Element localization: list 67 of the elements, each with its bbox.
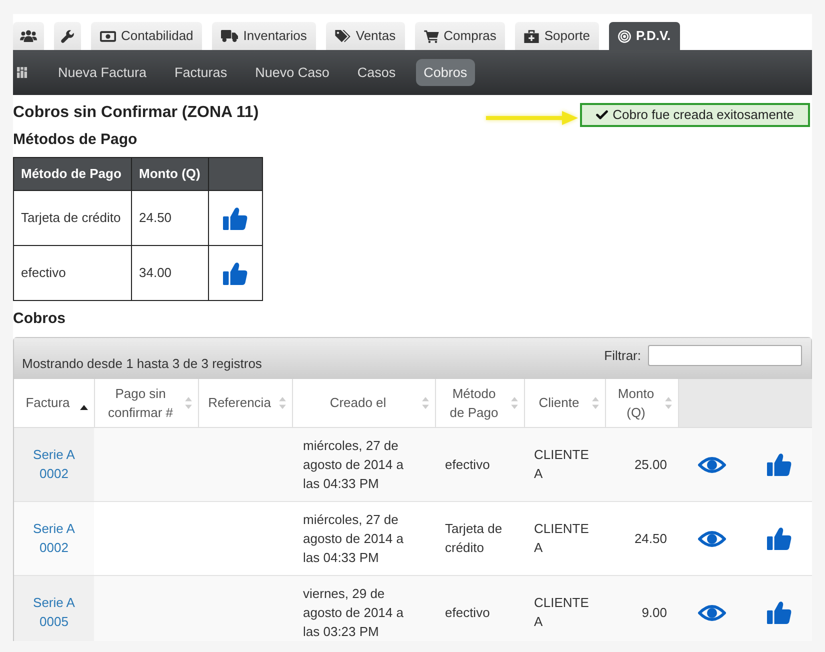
section-title: Cobros — [13, 310, 66, 328]
alert-message: Cobro fue creada exitosamente — [612, 106, 794, 124]
grid-icon[interactable] — [17, 67, 27, 78]
view-icon[interactable] — [698, 457, 726, 474]
check-icon — [596, 110, 608, 120]
thumbs-up-icon[interactable] — [767, 600, 792, 624]
thumbs-up-icon[interactable] — [767, 452, 792, 476]
column-header[interactable]: Referencia — [198, 379, 292, 427]
target-icon — [618, 30, 631, 42]
tab[interactable] — [54, 22, 81, 50]
invoice-link[interactable]: Serie A 0005 — [24, 593, 84, 631]
users-icon — [20, 30, 37, 42]
cart-icon — [424, 30, 439, 42]
tab[interactable] — [13, 22, 44, 50]
view-icon[interactable] — [698, 531, 726, 548]
nav-link[interactable]: Cobros — [416, 59, 476, 86]
nav-link[interactable]: Nueva Factura — [50, 59, 155, 86]
nav-link[interactable]: Nuevo Caso — [247, 59, 338, 86]
nav-link[interactable]: Facturas — [166, 59, 236, 86]
table-cell: 34.00 — [132, 246, 208, 300]
table-cell: efectivo — [435, 575, 524, 641]
table-cell: 9.00 — [605, 575, 678, 641]
filter-label: Filtrar: — [604, 346, 641, 365]
tab[interactable]: Compras — [414, 22, 506, 50]
column-header[interactable]: Cliente — [524, 379, 605, 427]
table-cell: 24.50 — [605, 501, 678, 575]
tab[interactable]: Ventas — [326, 22, 405, 50]
table-cell: 24.50 — [132, 190, 208, 246]
table-cell: miércoles, 27 de agosto de 2014 a las 04:33 PM — [292, 501, 435, 575]
table-cell: viernes, 29 de agosto de 2014 a las 03:23 PM — [292, 575, 435, 641]
table-cell: CLIENTE A — [524, 575, 605, 641]
thumbs-up-icon[interactable] — [223, 206, 248, 230]
nav-link[interactable]: Casos — [349, 59, 404, 86]
medkit-icon — [524, 30, 540, 42]
thumbs-up-icon[interactable] — [767, 526, 792, 550]
thumbs-up-icon[interactable] — [223, 262, 248, 284]
tag-icon — [334, 30, 351, 42]
table-cell: Tarjeta de crédito — [14, 190, 132, 246]
tab[interactable]: Contabilidad — [91, 22, 202, 50]
table-cell: Tarjeta de crédito — [435, 501, 524, 575]
sort-ascending-icon[interactable] — [80, 405, 88, 410]
section-title: Métodos de Pago — [13, 131, 138, 149]
invoice-link[interactable]: Serie A 0002 — [24, 445, 84, 483]
filter-field[interactable] — [648, 345, 802, 366]
view-icon[interactable] — [698, 605, 726, 622]
tab[interactable]: Inventarios — [212, 22, 316, 50]
invoice-link[interactable]: Serie A 0002 — [24, 519, 84, 557]
table-cell: 25.00 — [605, 427, 678, 501]
page-title: Cobros sin Confirmar (ZONA 11) — [13, 103, 259, 123]
table-cell: efectivo — [14, 246, 132, 300]
table-cell: efectivo — [435, 427, 524, 501]
column-header[interactable]: Pago sin confirmar # — [94, 379, 198, 427]
truck-icon — [221, 30, 238, 42]
table-cell: CLIENTE A — [524, 427, 605, 501]
column-header[interactable]: Monto (Q) — [605, 379, 678, 427]
table-info: Mostrando desde 1 hasta 3 de 3 registros — [22, 355, 262, 373]
banknote-icon — [100, 30, 116, 42]
tab[interactable]: P.D.V. — [608, 22, 680, 50]
table-cell: CLIENTE A — [524, 501, 605, 575]
table-header-cell: Método de Pago — [14, 158, 132, 190]
column-header[interactable]: Método de Pago — [435, 379, 524, 427]
table-header-cell: Monto (Q) — [132, 158, 208, 190]
tab[interactable]: Soporte — [515, 22, 599, 50]
column-header[interactable]: Factura — [14, 379, 94, 427]
wrench-icon — [61, 30, 74, 42]
column-header[interactable]: Creado el — [292, 379, 435, 427]
table-cell: miércoles, 27 de agosto de 2014 a las 04:33 PM — [292, 427, 435, 501]
